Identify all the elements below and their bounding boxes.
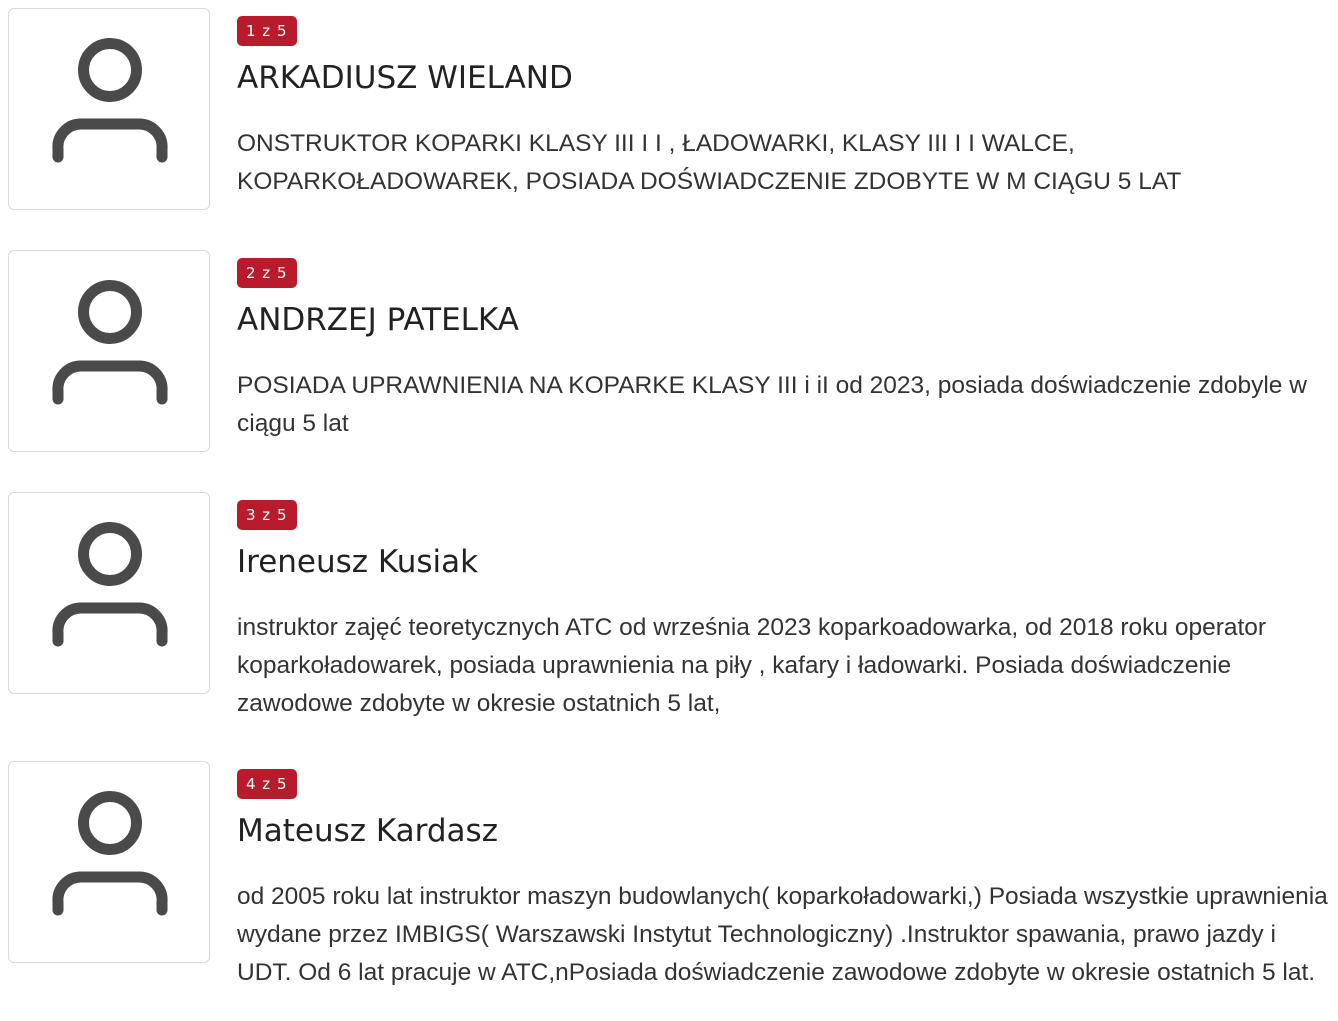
avatar bbox=[8, 250, 210, 452]
user-icon bbox=[52, 280, 168, 405]
instructor-name: ANDRZEJ PATELKA bbox=[237, 302, 519, 338]
avatar bbox=[8, 761, 210, 963]
instructor-description: POSIADA UPRAWNIENIA NA KOPARKE KLASY III… bbox=[237, 372, 1307, 438]
position-badge: 4 z 5 bbox=[237, 769, 297, 799]
instructor-name: Ireneusz Kusiak bbox=[237, 544, 479, 580]
user-icon bbox=[52, 522, 168, 647]
position-badge: 2 z 5 bbox=[237, 258, 297, 288]
avatar bbox=[8, 492, 210, 694]
instructor-description: od 2005 roku lat instruktor maszyn budow… bbox=[237, 883, 1328, 987]
position-badge: 3 z 5 bbox=[237, 500, 297, 530]
position-badge: 1 z 5 bbox=[237, 16, 297, 46]
instructor-name: ARKADIUSZ WIELAND bbox=[237, 60, 573, 96]
avatar bbox=[8, 8, 210, 210]
user-icon bbox=[52, 791, 168, 916]
instructor-description: ONSTRUKTOR KOPARKI KLASY III I I , ŁADOW… bbox=[237, 130, 1182, 196]
user-icon bbox=[52, 38, 168, 163]
instructor-name: Mateusz Kardasz bbox=[237, 813, 498, 849]
instructor-description: instruktor zajęć teoretycznych ATC od wr… bbox=[237, 614, 1267, 718]
